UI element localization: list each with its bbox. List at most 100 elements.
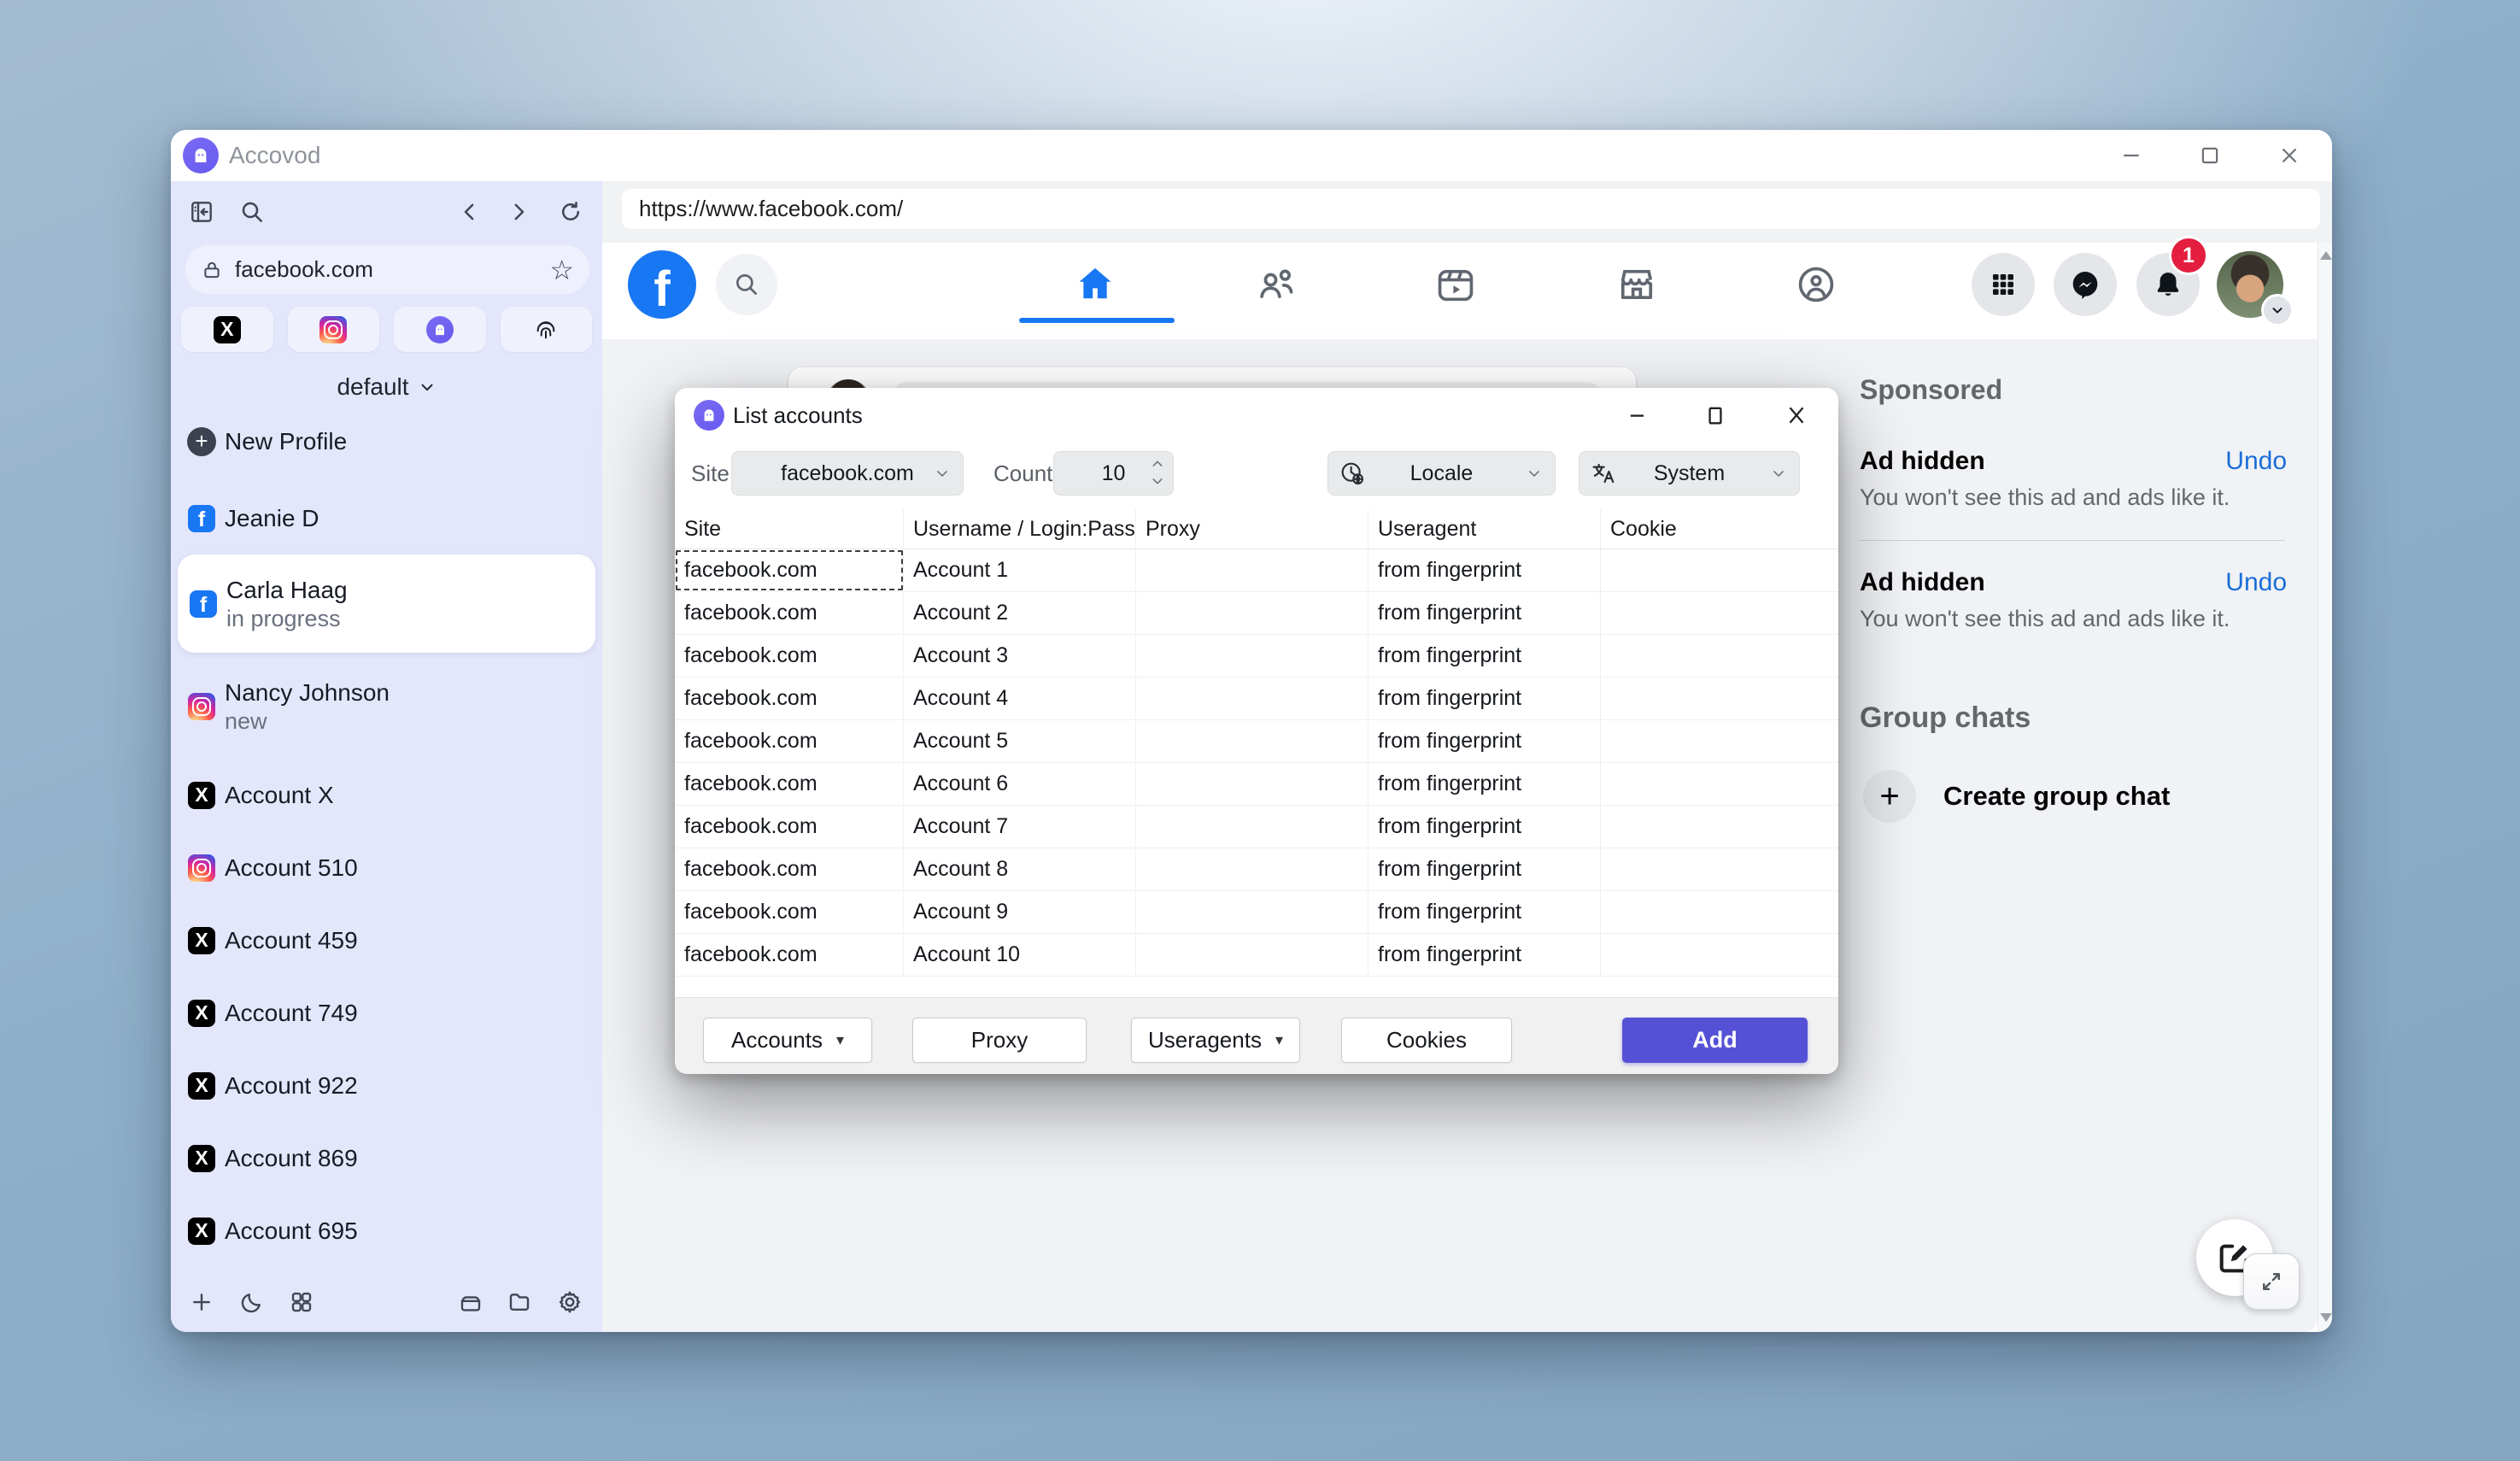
system-language-select[interactable]: System	[1579, 451, 1800, 496]
facebook-marketplace-tab[interactable]	[1613, 261, 1661, 308]
cell-cookie[interactable]	[1601, 891, 1838, 933]
dialog-title-bar[interactable]: List accounts	[675, 388, 1838, 443]
facebook-groups-tab[interactable]	[1792, 261, 1840, 308]
cell-proxy[interactable]	[1136, 678, 1368, 719]
facebook-logo-icon[interactable]: f	[628, 250, 696, 319]
cell-proxy[interactable]	[1136, 720, 1368, 762]
cookies-button[interactable]: Cookies	[1341, 1018, 1512, 1063]
title-bar[interactable]: Accovod	[171, 130, 2332, 181]
table-row[interactable]: facebook.com Account 5 from fingerprint	[675, 720, 1838, 763]
resize-handle-button[interactable]	[2243, 1253, 2300, 1310]
window-minimize-button[interactable]	[2106, 130, 2157, 181]
cell-proxy[interactable]	[1136, 635, 1368, 677]
profile-item[interactable]: Account 869	[171, 1122, 602, 1194]
facebook-search-button[interactable]	[716, 254, 777, 315]
cell-username[interactable]: Account 3	[904, 635, 1136, 677]
undo-link[interactable]: Undo	[2225, 568, 2287, 597]
tab-accovod[interactable]	[394, 307, 486, 352]
cell-useragent[interactable]: from fingerprint	[1368, 763, 1601, 805]
cell-site[interactable]: facebook.com	[675, 592, 904, 634]
profile-item[interactable]: Jeanie D	[171, 482, 602, 554]
cell-site[interactable]: facebook.com	[675, 678, 904, 719]
facebook-friends-tab[interactable]	[1252, 261, 1300, 308]
dialog-minimize-button[interactable]	[1610, 388, 1665, 443]
table-row[interactable]: facebook.com Account 3 from fingerprint	[675, 635, 1838, 678]
table-row[interactable]: facebook.com Account 10 from fingerprint	[675, 934, 1838, 977]
cell-proxy[interactable]	[1136, 934, 1368, 976]
cell-username[interactable]: Account 8	[904, 848, 1136, 890]
sidebar-toggle-icon[interactable]	[186, 197, 217, 227]
cell-cookie[interactable]	[1601, 720, 1838, 762]
cell-cookie[interactable]	[1601, 592, 1838, 634]
cell-username[interactable]: Account 7	[904, 806, 1136, 848]
messenger-button[interactable]	[2054, 253, 2117, 316]
table-row[interactable]: facebook.com Account 8 from fingerprint	[675, 848, 1838, 891]
cell-cookie[interactable]	[1601, 848, 1838, 890]
cell-proxy[interactable]	[1136, 763, 1368, 805]
page-scrollbar[interactable]	[2318, 243, 2332, 1332]
cell-site[interactable]: facebook.com	[675, 763, 904, 805]
profile-item[interactable]: Account 510	[171, 831, 602, 904]
useragents-dropdown-button[interactable]: Useragents ▾	[1131, 1018, 1300, 1063]
cell-useragent[interactable]: from fingerprint	[1368, 891, 1601, 933]
site-select[interactable]: facebook.com	[731, 451, 964, 496]
cell-username[interactable]: Account 2	[904, 592, 1136, 634]
cell-useragent[interactable]: from fingerprint	[1368, 720, 1601, 762]
cell-site[interactable]: facebook.com	[675, 720, 904, 762]
cell-useragent[interactable]: from fingerprint	[1368, 934, 1601, 976]
spinner-arrows-icon[interactable]	[1151, 457, 1164, 488]
profile-item[interactable]: Nancy Johnson new	[171, 670, 602, 742]
cell-site[interactable]: facebook.com	[675, 934, 904, 976]
cell-useragent[interactable]: from fingerprint	[1368, 848, 1601, 890]
cell-username[interactable]: Account 5	[904, 720, 1136, 762]
dialog-maximize-button[interactable]	[1688, 388, 1743, 443]
cell-useragent[interactable]: from fingerprint	[1368, 678, 1601, 719]
forward-icon[interactable]	[503, 197, 534, 227]
table-row[interactable]: facebook.com Account 1 from fingerprint	[675, 549, 1838, 592]
window-maximize-button[interactable]	[2184, 130, 2236, 181]
cell-cookie[interactable]	[1601, 763, 1838, 805]
cell-cookie[interactable]	[1601, 806, 1838, 848]
cell-site[interactable]: facebook.com	[675, 635, 904, 677]
count-spinner[interactable]: 10	[1053, 451, 1174, 496]
cell-proxy[interactable]	[1136, 549, 1368, 591]
sidebar-url-bar[interactable]: facebook.com ☆	[185, 245, 589, 294]
apps-grid-icon[interactable]	[286, 1287, 317, 1317]
folder-icon[interactable]	[504, 1287, 535, 1317]
cell-username[interactable]: Account 9	[904, 891, 1136, 933]
cell-useragent[interactable]: from fingerprint	[1368, 635, 1601, 677]
table-row[interactable]: facebook.com Account 7 from fingerprint	[675, 806, 1838, 848]
cell-useragent[interactable]: from fingerprint	[1368, 806, 1601, 848]
profile-item[interactable]: Account 749	[171, 977, 602, 1049]
address-bar[interactable]: https://www.facebook.com/	[622, 189, 2320, 229]
account-chevron-icon[interactable]	[2261, 294, 2294, 326]
cell-username[interactable]: Account 4	[904, 678, 1136, 719]
archive-icon[interactable]	[455, 1287, 486, 1317]
cell-proxy[interactable]	[1136, 891, 1368, 933]
tab-fingerprint[interactable]	[501, 307, 593, 352]
tab-instagram[interactable]	[288, 307, 380, 352]
table-row[interactable]: facebook.com Account 6 from fingerprint	[675, 763, 1838, 806]
table-row[interactable]: facebook.com Account 4 from fingerprint	[675, 678, 1838, 720]
table-row[interactable]: facebook.com Account 2 from fingerprint	[675, 592, 1838, 635]
cell-cookie[interactable]	[1601, 678, 1838, 719]
create-group-chat-button[interactable]: + Create group chat	[1860, 766, 2170, 826]
locale-select[interactable]: Locale	[1327, 451, 1556, 496]
cell-proxy[interactable]	[1136, 848, 1368, 890]
new-profile-button[interactable]: + New Profile	[171, 405, 602, 478]
cell-proxy[interactable]	[1136, 592, 1368, 634]
facebook-watch-tab[interactable]	[1432, 261, 1480, 308]
group-selector[interactable]: default	[171, 365, 602, 409]
profile-item[interactable]: Account X	[171, 759, 602, 831]
cell-username[interactable]: Account 6	[904, 763, 1136, 805]
cell-cookie[interactable]	[1601, 549, 1838, 591]
add-button[interactable]: Add	[1622, 1018, 1808, 1063]
cell-cookie[interactable]	[1601, 934, 1838, 976]
profile-item[interactable]: Carla Haag in progress	[178, 554, 595, 653]
proxy-button[interactable]: Proxy	[912, 1018, 1087, 1063]
scroll-down-icon[interactable]	[2320, 1313, 2332, 1322]
cell-username[interactable]: Account 1	[904, 549, 1136, 591]
tab-x[interactable]	[181, 307, 273, 352]
cell-username[interactable]: Account 10	[904, 934, 1136, 976]
cell-site[interactable]: facebook.com	[675, 848, 904, 890]
